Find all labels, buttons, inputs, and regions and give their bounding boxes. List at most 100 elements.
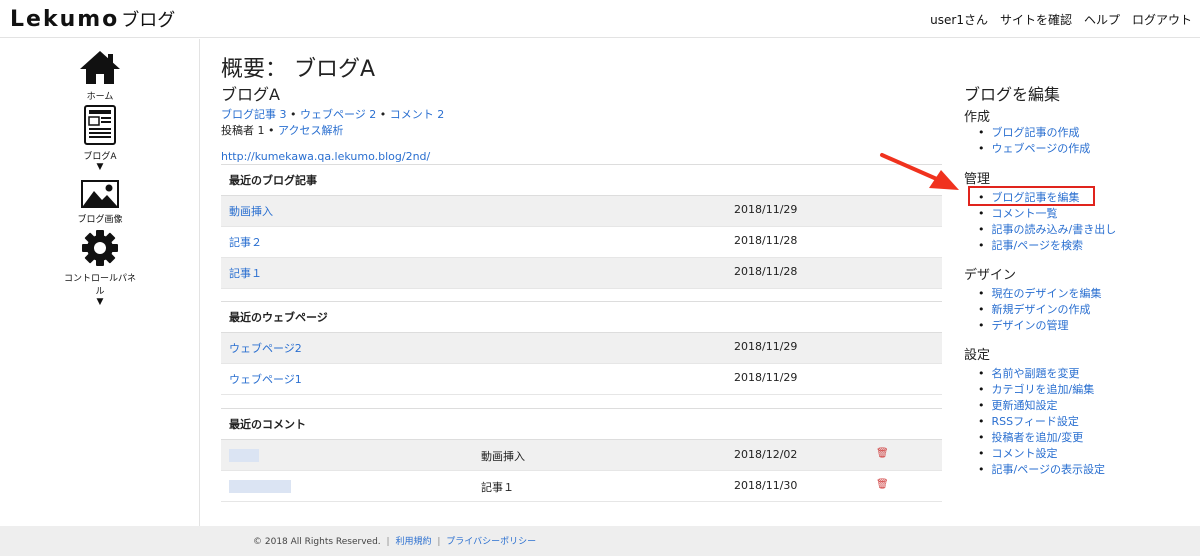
separator: | (386, 537, 390, 547)
comment-list-link[interactable]: コメント一覧 (992, 207, 1058, 220)
list-item: 記事の読み込み/書き出し (976, 222, 1117, 238)
copyright: © 2018 All Rights Reserved. (253, 537, 381, 547)
recent-posts-table: 最近のブログ記事 動画挿入 2018/11/29 記事２ 2018/11/28 … (221, 164, 942, 289)
separator: | (437, 537, 441, 547)
comments-count-link[interactable]: コメント 2 (390, 108, 445, 121)
edit-posts-link[interactable]: ブログ記事を編集 (992, 191, 1080, 204)
list-item: 現在のデザインを編集 (976, 286, 1102, 302)
edit-design-link[interactable]: 現在のデザインを編集 (992, 287, 1102, 300)
trash-icon[interactable]: 🗑 (876, 448, 889, 459)
create-post-link[interactable]: ブログ記事の作成 (992, 126, 1080, 139)
list-item: コメント設定 (976, 446, 1105, 462)
list-item: 更新通知設定 (976, 398, 1105, 414)
table-row: 動画挿入 2018/12/02 🗑 (221, 439, 942, 471)
recent-pages-heading: 最近のウェブページ (221, 301, 942, 333)
recent-comments-heading: 最近のコメント (221, 408, 942, 440)
manage-design-link[interactable]: デザインの管理 (992, 319, 1069, 332)
categories-link[interactable]: カテゴリを追加/編集 (992, 383, 1095, 396)
annotation-arrow-icon (880, 153, 959, 190)
logo-subtitle: ブログ (121, 10, 176, 31)
list-item: RSSフィード設定 (976, 414, 1105, 430)
privacy-link[interactable]: プライバシーポリシー (446, 537, 536, 547)
logo-text: Lekumo (10, 7, 120, 32)
posts-count-link[interactable]: ブログ記事 3 (221, 108, 287, 121)
sidebar-label-control-panel: コントロールパネル (63, 274, 136, 297)
comment-entry-title: 記事１ (481, 481, 514, 495)
table-row: ウェブページ2 2018/11/29 (221, 332, 942, 364)
brand-logo[interactable]: Lekumo ブログ (10, 6, 175, 32)
sidebar: ホーム ブログA ▼ ブログ画像 コントロールパネル ▼ (0, 39, 200, 526)
comment-date: 2018/12/02 (734, 448, 798, 462)
page-date: 2018/11/29 (734, 371, 798, 384)
post-title-link[interactable]: 記事１ (229, 267, 262, 280)
sidebar-item-home[interactable]: ホーム (60, 49, 140, 102)
gear-icon (82, 230, 118, 266)
terms-link[interactable]: 利用規約 (395, 537, 431, 547)
separator: • (379, 108, 387, 121)
logout-link[interactable]: ログアウト (1132, 11, 1192, 28)
sidebar-label-blog: ブログA (83, 152, 117, 162)
access-analytics-link[interactable]: アクセス解析 (278, 124, 343, 137)
list-item: 記事/ページの表示設定 (976, 462, 1106, 478)
list-item: カテゴリを追加/編集 (976, 382, 1105, 398)
pages-count-link[interactable]: ウェブページ 2 (300, 108, 376, 121)
table-row: 記事１ 2018/11/30 🗑 (221, 470, 942, 502)
create-page-link[interactable]: ウェブページの作成 (992, 142, 1091, 155)
user-menu[interactable]: user1さん (930, 11, 988, 28)
section-heading-manage: 管理 (964, 172, 991, 187)
chevron-down-icon[interactable]: ▼ (60, 162, 140, 172)
ping-settings-link[interactable]: 更新通知設定 (992, 399, 1058, 412)
trash-icon[interactable]: 🗑 (876, 479, 889, 490)
authors-link[interactable]: 投稿者を追加/変更 (992, 431, 1084, 444)
home-icon (80, 51, 120, 84)
chevron-down-icon[interactable]: ▼ (60, 297, 140, 307)
sidebar-label-blog-images: ブログ画像 (77, 215, 123, 225)
list-item: ブログ記事を編集 (976, 190, 1116, 206)
sidebar-item-blog-images[interactable]: ブログ画像 (60, 180, 140, 225)
view-site-link[interactable]: サイトを確認 (1000, 11, 1072, 28)
display-settings-link[interactable]: 記事/ページの表示設定 (992, 463, 1106, 476)
blog-stats: ブログ記事 3 • ウェブページ 2 • コメント 2 (221, 106, 444, 122)
site-url-link[interactable]: http://kumekawa.qa.lekumo.blog/2nd/ (221, 150, 430, 163)
list-item: ウェブページの作成 (976, 141, 1091, 157)
create-links: ブログ記事の作成 ウェブページの作成 (976, 125, 1091, 157)
manage-links: ブログ記事を編集 コメント一覧 記事の読み込み/書き出し 記事/ページを検索 (976, 190, 1117, 254)
blog-name: ブログA (221, 85, 280, 104)
footer: © 2018 All Rights Reserved. | 利用規約 | プライ… (0, 526, 1200, 556)
search-entries-link[interactable]: 記事/ページを検索 (992, 239, 1084, 252)
table-row: 記事２ 2018/11/28 (221, 226, 942, 258)
page-date: 2018/11/29 (734, 340, 798, 353)
list-item: 新規デザインの作成 (976, 302, 1102, 318)
authors-count: 投稿者 1 (221, 124, 265, 137)
redacted-commenter (229, 448, 259, 462)
post-date: 2018/11/28 (734, 265, 798, 278)
sidebar-item-control-panel[interactable]: コントロールパネル ▼ (60, 229, 140, 307)
post-date: 2018/11/28 (734, 234, 798, 247)
list-item: 投稿者を追加/変更 (976, 430, 1105, 446)
table-row: ウェブページ1 2018/11/29 (221, 363, 942, 395)
blog-stats-secondary: 投稿者 1 • アクセス解析 (221, 122, 343, 138)
comment-date: 2018/11/30 (734, 479, 798, 493)
list-item: デザインの管理 (976, 318, 1102, 334)
list-item: コメント一覧 (976, 206, 1116, 222)
sidebar-label-home: ホーム (86, 92, 114, 102)
sidebar-item-blog[interactable]: ブログA ▼ (60, 105, 140, 172)
rename-link[interactable]: 名前や副題を変更 (992, 367, 1080, 380)
rss-settings-link[interactable]: RSSフィード設定 (992, 415, 1079, 428)
post-title-link[interactable]: 記事２ (229, 236, 262, 249)
comment-entry-title: 動画挿入 (481, 450, 525, 464)
top-nav: user1さん サイトを確認 ヘルプ ログアウト (930, 11, 1192, 28)
section-heading-create: 作成 (964, 110, 991, 125)
new-design-link[interactable]: 新規デザインの作成 (992, 303, 1091, 316)
top-bar: Lekumo ブログ user1さん サイトを確認 ヘルプ ログアウト (0, 0, 1200, 38)
import-export-link[interactable]: 記事の読み込み/書き出し (992, 223, 1117, 236)
redacted-commenter (229, 479, 291, 493)
recent-comments-table: 最近のコメント 動画挿入 2018/12/02 🗑 記事１ 2018/11/30… (221, 408, 942, 502)
comment-settings-link[interactable]: コメント設定 (992, 447, 1058, 460)
page-title-link[interactable]: ウェブページ1 (229, 373, 302, 386)
section-heading-settings: 設定 (964, 348, 991, 363)
post-title-link[interactable]: 動画挿入 (229, 205, 273, 218)
help-link[interactable]: ヘルプ (1084, 11, 1120, 28)
page-title-link[interactable]: ウェブページ2 (229, 342, 302, 355)
image-icon (81, 180, 119, 208)
